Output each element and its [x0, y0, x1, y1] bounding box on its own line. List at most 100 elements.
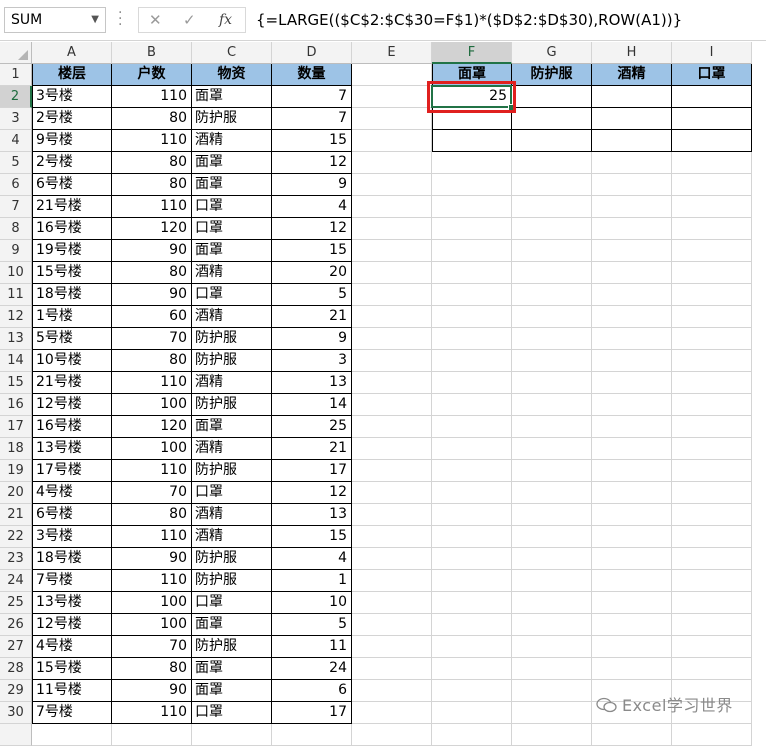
table-cell[interactable]: 90: [112, 680, 192, 702]
cell[interactable]: [352, 394, 432, 416]
column-header-e[interactable]: E: [352, 42, 432, 64]
cell[interactable]: [512, 526, 592, 548]
table-cell[interactable]: 12号楼: [32, 614, 112, 636]
table-cell[interactable]: 11号楼: [32, 680, 112, 702]
cell[interactable]: [592, 152, 672, 174]
table-cell[interactable]: 12: [272, 218, 352, 240]
formula-input[interactable]: {=LARGE(($C$2:$C$30=F$1)*($D$2:$D$30),RO…: [250, 7, 766, 33]
table-cell[interactable]: 面罩: [192, 86, 272, 108]
cell[interactable]: [352, 262, 432, 284]
row-header[interactable]: [0, 724, 32, 746]
cell[interactable]: [352, 218, 432, 240]
row-header[interactable]: 7: [0, 196, 32, 218]
table-cell[interactable]: 80: [112, 174, 192, 196]
cell[interactable]: [432, 328, 512, 350]
cell[interactable]: [592, 636, 672, 658]
cell[interactable]: [432, 724, 512, 746]
cell[interactable]: [592, 592, 672, 614]
cell[interactable]: [672, 240, 752, 262]
cell[interactable]: [512, 196, 592, 218]
cell[interactable]: [352, 108, 432, 130]
cell[interactable]: [672, 592, 752, 614]
cell[interactable]: [352, 350, 432, 372]
table-cell[interactable]: 110: [112, 460, 192, 482]
cell[interactable]: [432, 416, 512, 438]
table-cell[interactable]: 4: [272, 548, 352, 570]
table-cell[interactable]: 酒精: [192, 438, 272, 460]
row-header[interactable]: 8: [0, 218, 32, 240]
cell[interactable]: [352, 702, 432, 724]
table-cell[interactable]: 11: [272, 636, 352, 658]
cell[interactable]: [352, 64, 432, 86]
cell[interactable]: [512, 306, 592, 328]
result-header-cell[interactable]: 酒精: [592, 64, 672, 86]
cell[interactable]: [592, 218, 672, 240]
cell[interactable]: [432, 262, 512, 284]
cell[interactable]: [672, 482, 752, 504]
table-cell[interactable]: 6号楼: [32, 174, 112, 196]
cell[interactable]: [672, 196, 752, 218]
row-header[interactable]: 24: [0, 570, 32, 592]
cell[interactable]: [512, 174, 592, 196]
cell[interactable]: [352, 658, 432, 680]
cell[interactable]: [592, 526, 672, 548]
table-cell[interactable]: 80: [112, 108, 192, 130]
row-header[interactable]: 15: [0, 372, 32, 394]
table-cell[interactable]: 7号楼: [32, 570, 112, 592]
row-header[interactable]: 18: [0, 438, 32, 460]
cell[interactable]: [672, 460, 752, 482]
cell[interactable]: [512, 680, 592, 702]
cell[interactable]: [592, 306, 672, 328]
row-header[interactable]: 4: [0, 130, 32, 152]
table-cell[interactable]: 18号楼: [32, 548, 112, 570]
table-cell[interactable]: 面罩: [192, 416, 272, 438]
cell[interactable]: [512, 394, 592, 416]
cell[interactable]: [512, 372, 592, 394]
cell[interactable]: [352, 240, 432, 262]
row-header[interactable]: 5: [0, 152, 32, 174]
insert-function-icon[interactable]: fx: [219, 12, 232, 28]
cell[interactable]: [672, 724, 752, 746]
cell[interactable]: [432, 284, 512, 306]
table-cell[interactable]: 9: [272, 328, 352, 350]
table-cell[interactable]: 7: [272, 108, 352, 130]
cell[interactable]: [432, 636, 512, 658]
table-cell[interactable]: 90: [112, 284, 192, 306]
table-cell[interactable]: 110: [112, 130, 192, 152]
table-cell[interactable]: 防护服: [192, 350, 272, 372]
cell[interactable]: [512, 328, 592, 350]
cell[interactable]: [112, 724, 192, 746]
table-cell[interactable]: 3: [272, 350, 352, 372]
table-cell[interactable]: 面罩: [192, 152, 272, 174]
cell[interactable]: [592, 284, 672, 306]
row-header[interactable]: 26: [0, 614, 32, 636]
cell[interactable]: [672, 262, 752, 284]
result-cell[interactable]: [512, 130, 592, 152]
table-cell[interactable]: 60: [112, 306, 192, 328]
table-cell[interactable]: 110: [112, 702, 192, 724]
cell[interactable]: [512, 658, 592, 680]
table-cell[interactable]: 酒精: [192, 526, 272, 548]
cell[interactable]: [432, 614, 512, 636]
table-cell[interactable]: 110: [112, 372, 192, 394]
cell[interactable]: [32, 724, 112, 746]
table-cell[interactable]: 面罩: [192, 658, 272, 680]
name-box[interactable]: SUM ▼: [4, 7, 106, 33]
cell[interactable]: [592, 614, 672, 636]
drag-handle-icon[interactable]: · · ·: [118, 6, 122, 32]
result-cell[interactable]: [512, 108, 592, 130]
cell[interactable]: [592, 482, 672, 504]
cell[interactable]: [512, 416, 592, 438]
table-cell[interactable]: 酒精: [192, 262, 272, 284]
table-cell[interactable]: 面罩: [192, 680, 272, 702]
row-header[interactable]: 14: [0, 350, 32, 372]
cell[interactable]: [352, 284, 432, 306]
table-cell[interactable]: 1号楼: [32, 306, 112, 328]
table-cell[interactable]: 9: [272, 174, 352, 196]
cell[interactable]: [672, 218, 752, 240]
cell[interactable]: [352, 482, 432, 504]
row-header[interactable]: 19: [0, 460, 32, 482]
cell[interactable]: [512, 218, 592, 240]
cell[interactable]: [432, 680, 512, 702]
cell[interactable]: [352, 526, 432, 548]
